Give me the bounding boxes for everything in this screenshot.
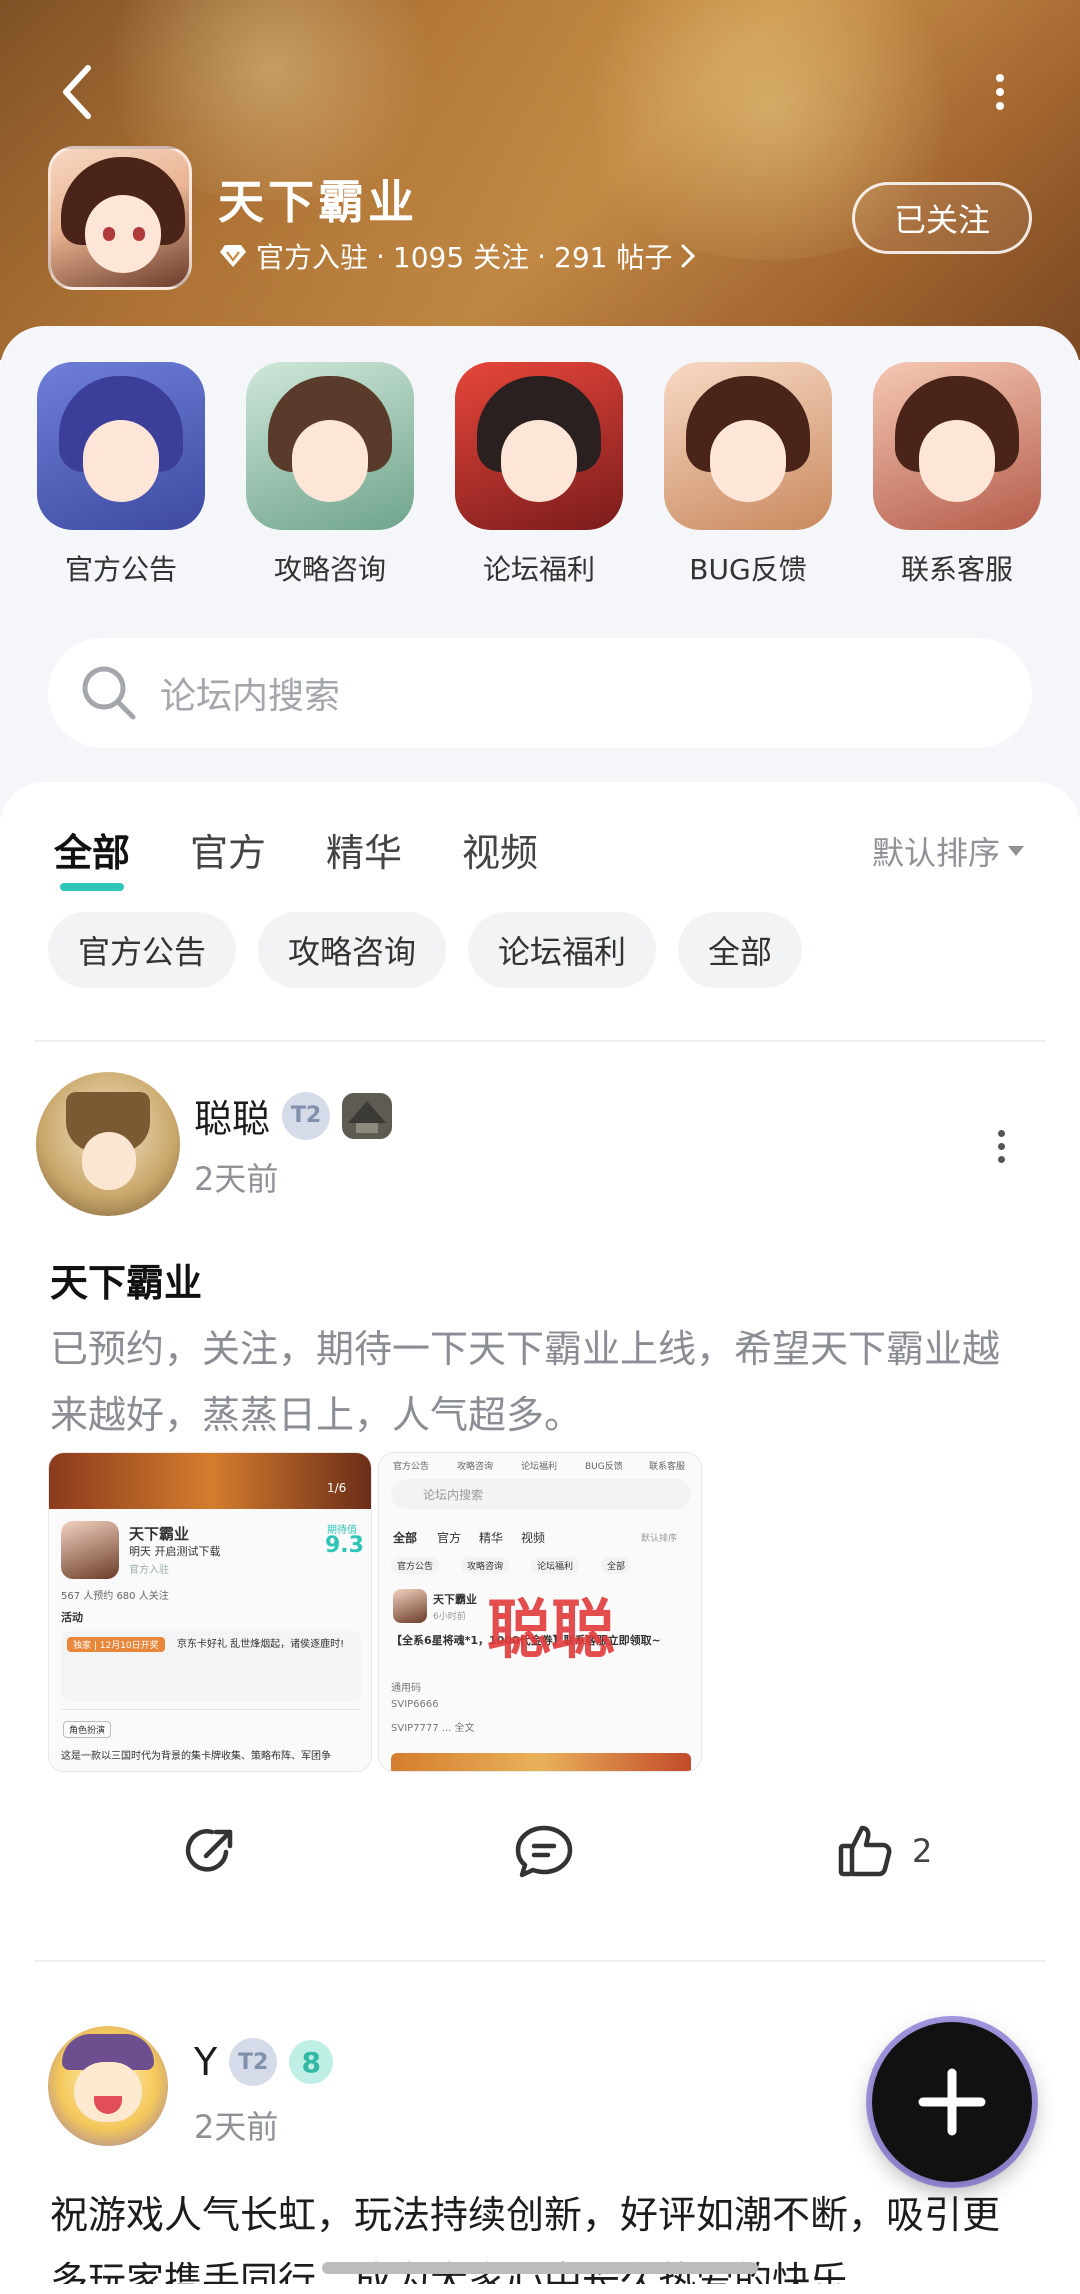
customer-service-icon (873, 362, 1041, 530)
category-chips: 官方公告 攻略咨询 论坛福利 全部 (48, 912, 803, 988)
shortcut-customer-service[interactable]: 联系客服 (872, 362, 1042, 588)
welfare-icon (455, 362, 623, 530)
game-meta[interactable]: 官方入驻 · 1095 关注 · 291 帖子 (218, 236, 696, 276)
sort-dropdown[interactable]: 默认排序 (872, 828, 1025, 874)
home-indicator[interactable] (322, 2262, 758, 2274)
chip-guide[interactable]: 攻略咨询 (258, 912, 447, 988)
official-label: 官方入驻 (256, 241, 369, 274)
shortcut-welfare[interactable]: 论坛福利 (454, 362, 624, 588)
post-image-2[interactable]: 官方公告 攻略咨询 论坛福利 BUG反馈 联系客服 论坛内搜索 全部 官方 精华… (378, 1452, 702, 1772)
post-time: 2天前 (194, 1160, 279, 1198)
caret-down-icon (1008, 846, 1025, 856)
post-body[interactable]: 已预约，关注，期待一下天下霸业上线，希望天下霸业越来越好，蒸蒸日上，人气超多。 (50, 1316, 1030, 1448)
search-bar[interactable]: 论坛内搜索 (48, 638, 1032, 748)
tab-video[interactable]: 视频 (462, 822, 538, 877)
avatar[interactable] (36, 1072, 180, 1216)
bug-report-icon (664, 362, 832, 530)
level-badge: T2 (282, 1091, 331, 1140)
forum-content: 官方公告 攻略咨询 论坛福利 BUG反馈 联系客服 论坛内搜索 全部 官方 精华… (0, 326, 1080, 2294)
back-button[interactable] (52, 62, 102, 122)
diamond-icon (220, 245, 246, 267)
divider (34, 1040, 1046, 1042)
shortcut-guide[interactable]: 攻略咨询 (245, 362, 415, 588)
comment-button[interactable] (514, 1822, 574, 1880)
followers-count: 1095 关注 (392, 241, 530, 274)
game-title: 天下霸业 (218, 175, 418, 229)
chevron-left-icon (63, 65, 91, 119)
tab-official[interactable]: 官方 (190, 822, 266, 877)
hat-badge-icon (342, 1092, 393, 1139)
like-count: 2 (912, 1832, 933, 1870)
level-badge: T2 (229, 2038, 278, 2086)
post-time: 2天前 (194, 2108, 279, 2146)
author-name[interactable]: 聪聪 (194, 1088, 270, 1143)
watermark-text: 聪聪 (487, 1594, 615, 1668)
share-button[interactable] (182, 1822, 240, 1880)
posts-count: 291 帖子 (554, 241, 673, 274)
feed-tabs: 全部 官方 精华 视频 (54, 822, 538, 902)
thumbs-up-icon (838, 1825, 892, 1877)
achievement-badge: 8 (289, 2040, 334, 2084)
game-avatar (48, 146, 192, 290)
tab-featured[interactable]: 精华 (326, 822, 402, 877)
tab-all[interactable]: 全部 (54, 822, 130, 891)
divider (34, 1960, 1046, 1962)
post-actions: 2 (0, 1822, 1080, 1902)
avatar[interactable] (48, 2026, 168, 2146)
shortcut-bug-report[interactable]: BUG反馈 (663, 362, 833, 588)
plus-icon (918, 2068, 986, 2136)
chip-welfare[interactable]: 论坛福利 (468, 912, 657, 988)
chip-official-notice[interactable]: 官方公告 (48, 912, 237, 988)
share-icon (185, 1829, 233, 1872)
post-more-button[interactable] (990, 1126, 1012, 1166)
comment-icon (515, 1825, 573, 1878)
guide-icon (246, 362, 414, 530)
author-name[interactable]: Y (194, 2040, 217, 2084)
search-icon (82, 666, 136, 720)
shortcut-row: 官方公告 攻略咨询 论坛福利 BUG反馈 联系客服 (0, 362, 1080, 612)
shortcut-official-notice[interactable]: 官方公告 (36, 362, 206, 588)
post-title[interactable]: 天下霸业 (50, 1252, 202, 1307)
follow-button[interactable]: 已关注 (852, 182, 1032, 254)
create-post-button[interactable] (872, 2022, 1032, 2182)
more-options-button[interactable] (985, 72, 1015, 112)
official-notice-icon (37, 362, 205, 530)
search-input[interactable]: 论坛内搜索 (160, 667, 340, 719)
post-image-1[interactable]: 1/6 天下霸业 明天 开启测试下载 官方入驻 期待值 9.3 567 人预约 … (48, 1452, 372, 1772)
like-button[interactable]: 2 (836, 1822, 932, 1880)
chevron-right-icon (681, 244, 696, 268)
chip-all[interactable]: 全部 (678, 912, 803, 988)
